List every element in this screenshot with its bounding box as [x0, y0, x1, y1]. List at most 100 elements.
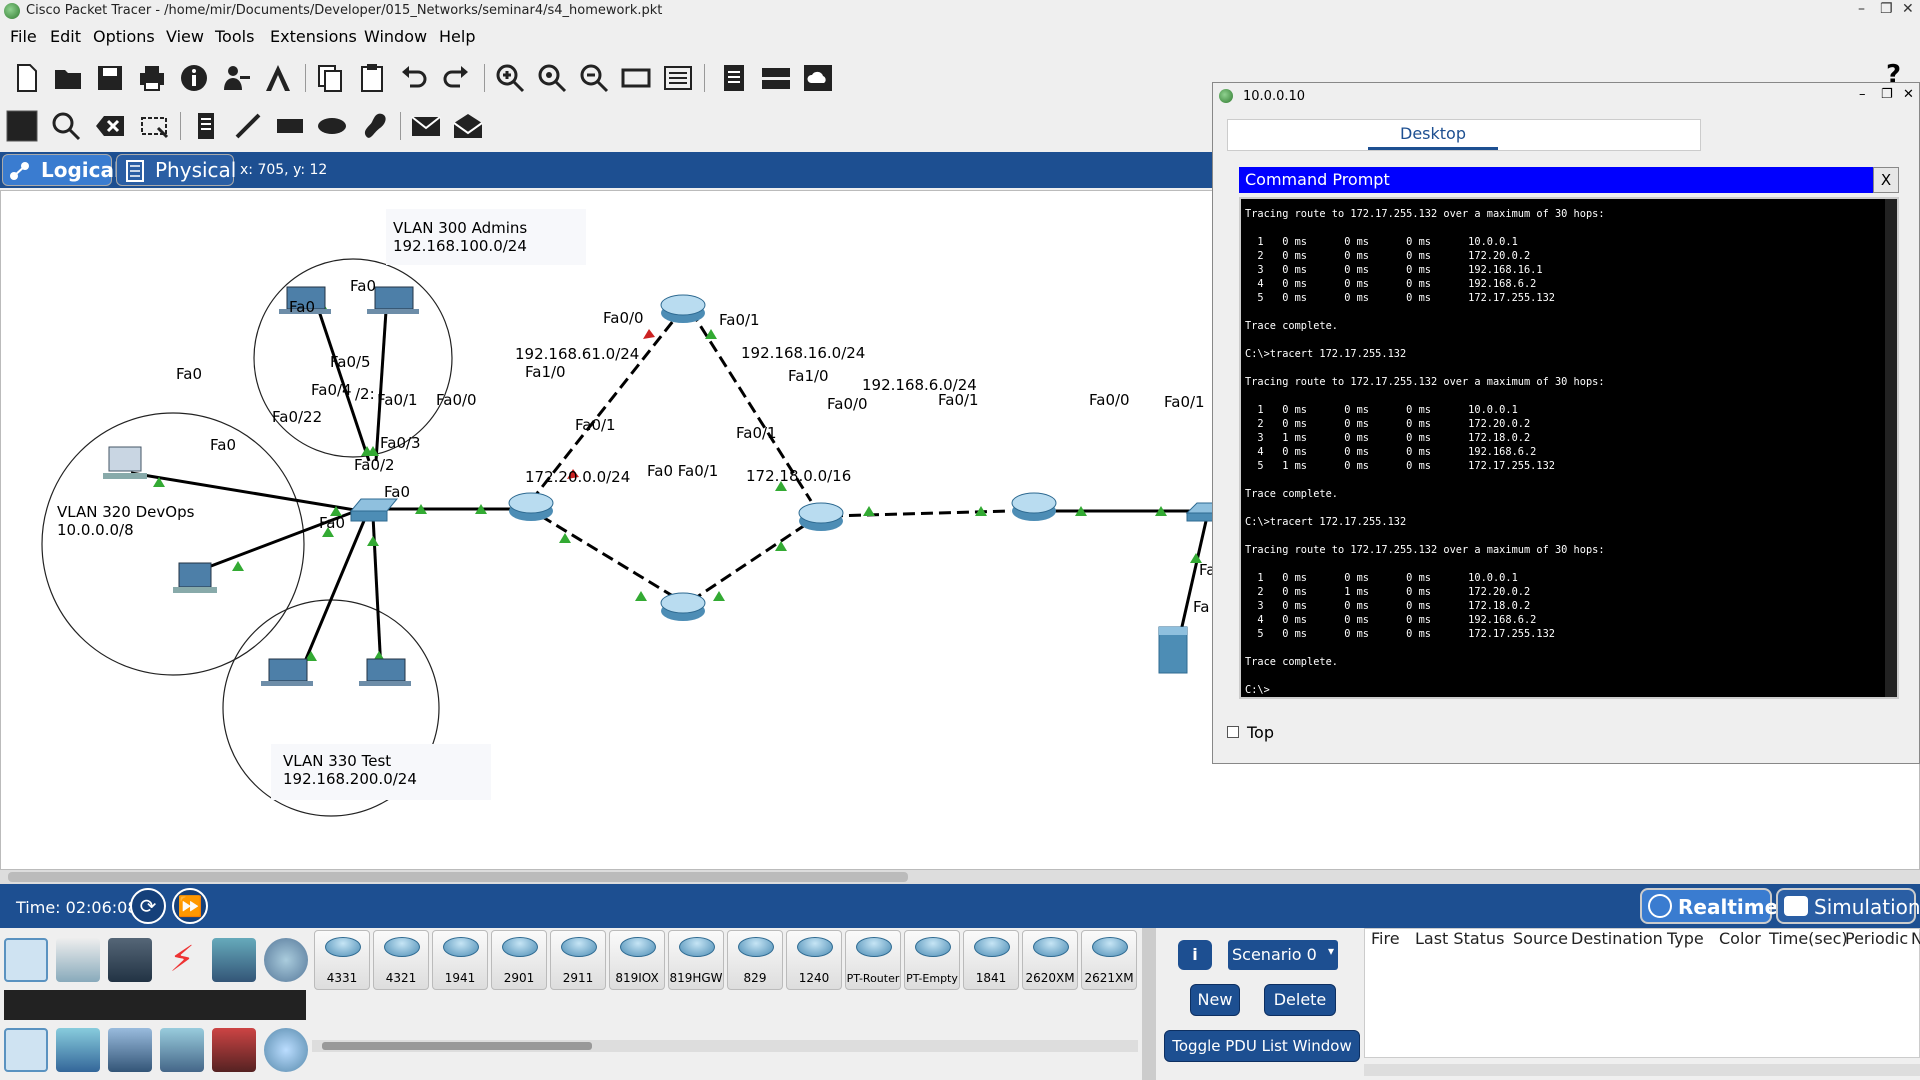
delete-icon[interactable] — [94, 110, 126, 142]
scenario-select[interactable]: Scenario 0 ▾ — [1228, 940, 1338, 970]
close-icon[interactable]: ✕ — [1903, 87, 1914, 102]
hubs-subcategory-icon[interactable] — [108, 1028, 152, 1072]
device-2911[interactable]: 2911 — [550, 930, 606, 990]
open-folder-icon[interactable] — [52, 62, 84, 94]
pc-icon[interactable] — [103, 446, 147, 479]
menu-file[interactable]: File — [10, 27, 37, 46]
command-prompt-close-button[interactable]: X — [1873, 167, 1899, 193]
custom-devices-icon[interactable] — [662, 62, 694, 94]
save-icon[interactable] — [94, 62, 126, 94]
paste-icon[interactable] — [356, 62, 388, 94]
device-template-icon[interactable] — [760, 62, 792, 94]
pc-icon[interactable] — [173, 562, 217, 593]
resize-shape-icon[interactable] — [138, 110, 170, 142]
toggle-pdu-list-button[interactable]: Toggle PDU List Window — [1164, 1030, 1360, 1062]
power-cycle-icon[interactable]: ⟳ — [130, 888, 166, 924]
wireless-subcategory-icon[interactable] — [160, 1028, 204, 1072]
zoom-out-icon[interactable] — [578, 62, 610, 94]
laptop-icon[interactable] — [261, 658, 313, 686]
zoom-reset-icon[interactable] — [536, 62, 568, 94]
undo-icon[interactable] — [398, 62, 430, 94]
device-829[interactable]: 829 — [727, 930, 783, 990]
realtime-button[interactable]: Realtime — [1640, 888, 1778, 924]
copy-icon[interactable] — [314, 62, 346, 94]
end-devices-category-icon[interactable] — [56, 938, 100, 982]
drawing-palette-icon[interactable] — [620, 62, 652, 94]
new-scenario-button[interactable]: New — [1190, 984, 1240, 1016]
menu-options[interactable]: Options — [93, 27, 155, 46]
device-list-scrollbar[interactable] — [312, 1040, 1138, 1052]
redo-icon[interactable] — [440, 62, 472, 94]
logical-mode-button[interactable]: Logical — [2, 154, 121, 186]
simulation-button[interactable]: Simulation — [1776, 888, 1920, 924]
menu-edit[interactable]: Edit — [50, 27, 81, 46]
draw-line-icon[interactable] — [232, 110, 264, 142]
router-icon[interactable] — [798, 502, 844, 531]
menu-view[interactable]: View — [166, 27, 204, 46]
panel-splitter[interactable] — [1142, 928, 1156, 1080]
device-pt-empty[interactable]: PT-Empty — [904, 930, 960, 990]
device-819iox[interactable]: 819IOX — [609, 930, 665, 990]
user-profile-icon[interactable] — [220, 62, 252, 94]
switches-subcategory-icon[interactable] — [56, 1028, 100, 1072]
security-subcategory-icon[interactable] — [212, 1028, 256, 1072]
routers-subcategory-icon[interactable] — [4, 1028, 48, 1072]
laptop-icon[interactable] — [359, 658, 411, 686]
top-checkbox[interactable]: Top — [1227, 723, 1274, 742]
connections-category-icon[interactable]: ⚡ — [160, 938, 204, 982]
multiuser-category-icon[interactable] — [264, 938, 308, 982]
router-icon[interactable] — [508, 492, 554, 521]
zoom-in-icon[interactable] — [494, 62, 526, 94]
select-icon[interactable] — [6, 110, 38, 142]
new-file-icon[interactable] — [10, 62, 42, 94]
maximize-icon[interactable]: ❐ — [1881, 87, 1893, 102]
info-icon[interactable]: i — [1178, 940, 1212, 970]
info-icon[interactable] — [178, 62, 210, 94]
close-icon[interactable]: ✕ — [1902, 1, 1914, 17]
device-1841[interactable]: 1841 — [963, 930, 1019, 990]
wan-emulation-subcategory-icon[interactable] — [264, 1028, 308, 1072]
place-note-icon[interactable] — [190, 110, 222, 142]
device-1240[interactable]: 1240 — [786, 930, 842, 990]
delete-scenario-button[interactable]: Delete — [1264, 984, 1336, 1016]
menu-extensions[interactable]: Extensions — [270, 27, 357, 46]
pdu-list-scrollbar[interactable] — [1364, 1064, 1920, 1076]
fast-forward-icon[interactable]: ⏩ — [172, 888, 208, 924]
freeform-icon[interactable] — [358, 110, 390, 142]
device-1941[interactable]: 1941 — [432, 930, 488, 990]
device-pt-router[interactable]: PT-Router — [845, 930, 901, 990]
add-complex-pdu-icon[interactable] — [452, 110, 484, 142]
server-icon[interactable] — [1158, 626, 1188, 674]
router-icon[interactable] — [660, 294, 706, 323]
tab-desktop[interactable]: Desktop — [1368, 120, 1498, 150]
maximize-icon[interactable]: ❐ — [1880, 1, 1893, 17]
device-4321[interactable]: 4321 — [373, 930, 429, 990]
command-prompt-terminal[interactable]: Tracing route to 172.17.255.132 over a m… — [1239, 197, 1899, 699]
menu-help[interactable]: Help — [439, 27, 475, 46]
print-icon[interactable] — [136, 62, 168, 94]
canvas-horizontal-scrollbar[interactable] — [0, 870, 1920, 884]
device-819hgw[interactable]: 819HGW — [668, 930, 724, 990]
cloud-network-icon[interactable] — [802, 62, 834, 94]
notes-icon[interactable] — [718, 62, 750, 94]
minimize-icon[interactable]: – — [1859, 87, 1866, 102]
device-2620xm[interactable]: 2620XM — [1022, 930, 1078, 990]
inspect-icon[interactable] — [50, 110, 82, 142]
draw-rectangle-icon[interactable] — [274, 110, 306, 142]
device-4331[interactable]: 4331 — [314, 930, 370, 990]
miscellaneous-category-icon[interactable] — [212, 938, 256, 982]
device-2901[interactable]: 2901 — [491, 930, 547, 990]
router-icon[interactable] — [1011, 492, 1057, 521]
terminal-scrollbar[interactable] — [1885, 199, 1897, 697]
draw-ellipse-icon[interactable] — [316, 110, 348, 142]
device-2621xm[interactable]: 2621XM — [1081, 930, 1137, 990]
menu-window[interactable]: Window — [364, 27, 427, 46]
router-icon[interactable] — [660, 592, 706, 621]
components-category-icon[interactable] — [108, 938, 152, 982]
scrollbar-thumb[interactable] — [322, 1042, 592, 1050]
add-simple-pdu-icon[interactable] — [410, 110, 442, 142]
scrollbar-thumb[interactable] — [8, 872, 908, 882]
physical-mode-button[interactable]: Physical — [116, 154, 236, 186]
network-devices-category-icon[interactable] — [4, 938, 48, 982]
menu-tools[interactable]: Tools — [215, 27, 254, 46]
